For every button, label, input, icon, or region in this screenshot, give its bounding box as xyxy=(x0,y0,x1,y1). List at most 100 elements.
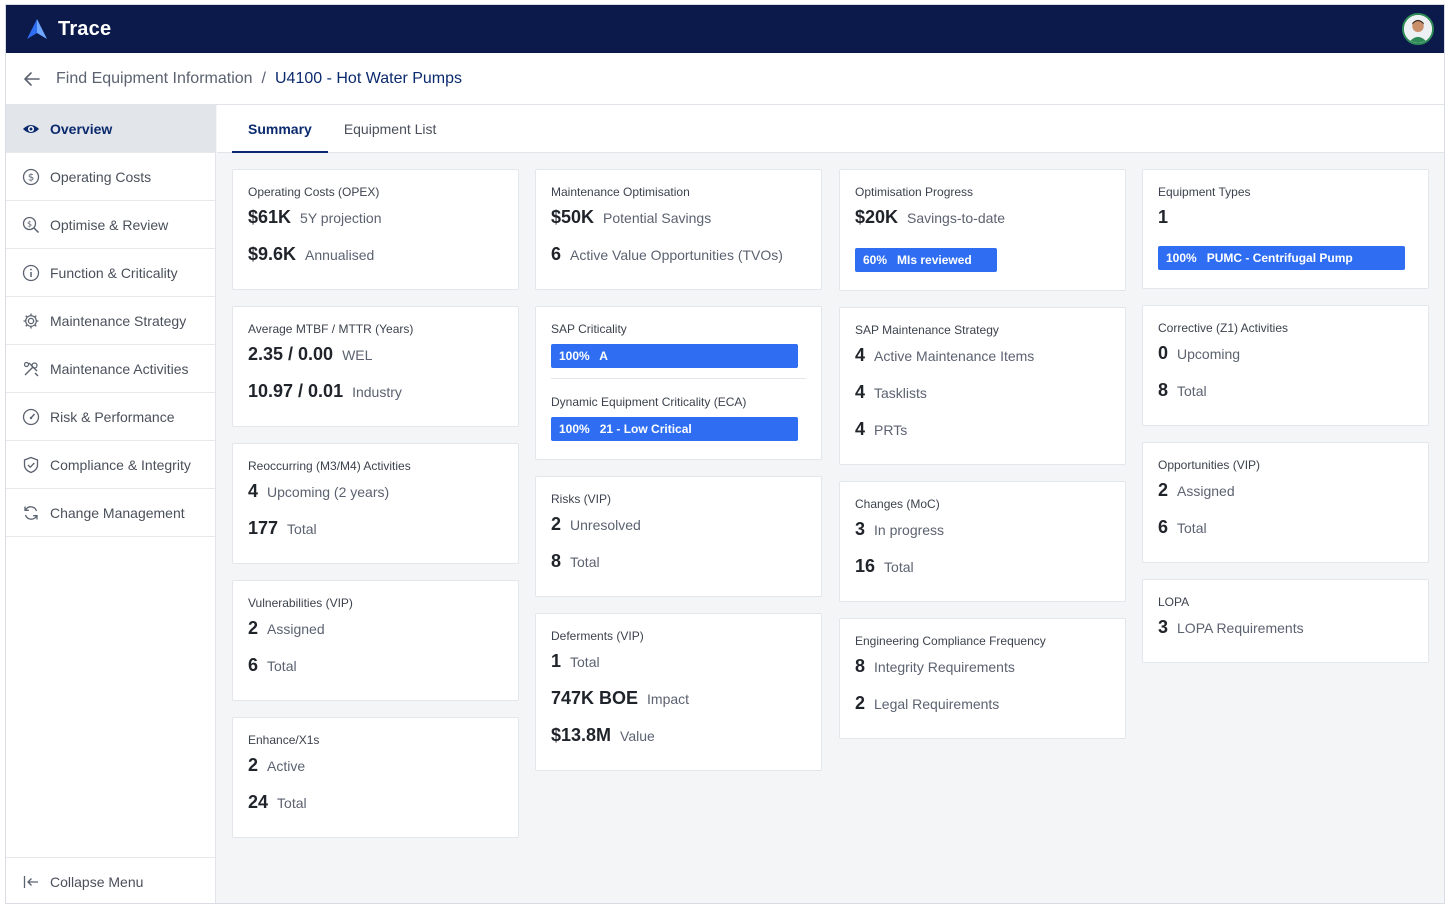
sidebar-item-optimise-review[interactable]: $ Optimise & Review xyxy=(6,201,215,249)
card-mtbf-mttr[interactable]: Average MTBF / MTTR (Years) 2.35 / 0.00 W… xyxy=(232,306,519,427)
sidebar-item-compliance-integrity[interactable]: Compliance & Integrity xyxy=(6,441,215,489)
info-circle-icon xyxy=(22,264,40,281)
metric-row: 4 PRTs xyxy=(855,419,1110,456)
criticality-progress-bar: 100% A xyxy=(551,344,798,368)
sidebar: Overview $ Operating Costs $ Optimise & … xyxy=(6,105,216,903)
eca-progress-bar: 100% 21 - Low Critical xyxy=(551,417,798,441)
metric-row: $20K Savings-to-date xyxy=(855,207,1110,244)
metric-label: Total xyxy=(1177,520,1207,536)
sidebar-item-overview[interactable]: Overview xyxy=(6,105,215,153)
metric-value: 6 xyxy=(248,655,259,675)
metric-value: 16 xyxy=(855,556,876,576)
user-avatar[interactable] xyxy=(1402,13,1434,45)
metric-label: Assigned xyxy=(267,621,325,637)
metric-row: 6 Total xyxy=(1158,517,1413,554)
card-sap-criticality[interactable]: SAP Criticality 100% A Dynamic Equipment… xyxy=(535,306,822,460)
card-lopa[interactable]: LOPA 3 LOPA Requirements xyxy=(1142,579,1429,663)
sidebar-item-function-criticality[interactable]: Function & Criticality xyxy=(6,249,215,297)
metric-label: Active Maintenance Items xyxy=(874,348,1035,364)
bar-label: A xyxy=(599,349,608,363)
sidebar-item-label: Optimise & Review xyxy=(50,216,169,233)
sidebar-item-maintenance-strategy[interactable]: Maintenance Strategy xyxy=(6,297,215,345)
metric-label: Assigned xyxy=(1177,483,1235,499)
mis-reviewed-progress-bar: 60% MIs reviewed xyxy=(855,248,997,272)
metric-row: 8 Integrity Requirements xyxy=(855,656,1110,693)
metric-label: Legal Requirements xyxy=(874,696,1000,712)
card-title: SAP Criticality xyxy=(551,322,627,336)
card-sap-maintenance-strategy[interactable]: SAP Maintenance Strategy 4 Active Mainten… xyxy=(839,307,1126,465)
card-engineering-compliance[interactable]: Engineering Compliance Frequency 8 Integr… xyxy=(839,618,1126,739)
eye-icon xyxy=(23,124,39,133)
card-maintenance-optimisation[interactable]: Maintenance Optimisation $50K Potential S… xyxy=(535,169,822,290)
metric-label: Impact xyxy=(647,691,690,707)
metric-label: Total xyxy=(277,795,307,811)
brand-name: Trace xyxy=(58,17,112,40)
card-deferments[interactable]: Deferments (VIP) 1 Total 747K BOE Impact $… xyxy=(535,613,822,771)
metric-value: 177 xyxy=(248,518,279,538)
sidebar-item-label: Change Management xyxy=(50,504,185,521)
metric-value: 2.35 / 0.00 xyxy=(248,344,334,364)
gauge-icon xyxy=(22,408,40,425)
metric-value: 6 xyxy=(551,244,562,264)
metric-row: 3 In progress xyxy=(855,519,1110,556)
divider xyxy=(551,378,806,379)
metric-label: Annualised xyxy=(305,247,375,263)
metric-label: Tasklists xyxy=(874,385,927,401)
metric-row: 3 LOPA Requirements xyxy=(1158,617,1413,654)
metric-row: $9.6K Annualised xyxy=(248,244,503,281)
bar-percent: 100% xyxy=(1166,251,1197,265)
card-title: Corrective (Z1) Activities xyxy=(1158,321,1289,335)
card-opportunities[interactable]: Opportunities (VIP) 2 Assigned 6 Total xyxy=(1142,442,1429,563)
card-title: Equipment Types xyxy=(1158,185,1251,199)
metric-label: Savings-to-date xyxy=(907,210,1006,226)
metric-value: 2 xyxy=(855,693,866,713)
card-changes-moc[interactable]: Changes (MoC) 3 In progress 16 Total xyxy=(839,481,1126,602)
sidebar-item-maintenance-activities[interactable]: Maintenance Activities xyxy=(6,345,215,393)
user-avatar-icon xyxy=(1404,15,1432,43)
search-dollar-icon: $ xyxy=(22,216,40,233)
sidebar-item-label: Risk & Performance xyxy=(50,408,175,425)
card-vulnerabilities[interactable]: Vulnerabilities (VIP) 2 Assigned 6 Total xyxy=(232,580,519,701)
card-title: Engineering Compliance Frequency xyxy=(855,634,1046,648)
top-navigation-bar: Trace xyxy=(6,5,1444,53)
card-operating-costs[interactable]: Operating Costs (OPEX) $61K 5Y projection… xyxy=(232,169,519,290)
sidebar-item-operating-costs[interactable]: $ Operating Costs xyxy=(6,153,215,201)
trace-logo-icon[interactable] xyxy=(26,18,48,40)
metric-value: 8 xyxy=(1158,380,1169,400)
back-arrow-icon[interactable] xyxy=(22,69,42,89)
sidebar-item-change-management[interactable]: Change Management xyxy=(6,489,215,537)
card-reoccurring-activities[interactable]: Reoccurring (M3/M4) Activities 4 Upcoming… xyxy=(232,443,519,564)
card-title: Average MTBF / MTTR (Years) xyxy=(248,322,414,336)
metric-row: 2 Assigned xyxy=(1158,480,1413,517)
metric-label: Total xyxy=(570,554,600,570)
metric-label: Active Value Opportunities (TVOs) xyxy=(570,247,783,263)
card-enhance-x1s[interactable]: Enhance/X1s 2 Active 24 Total xyxy=(232,717,519,838)
sidebar-item-label: Function & Criticality xyxy=(50,264,178,281)
bar-label: 21 - Low Critical xyxy=(599,422,692,436)
card-corrective-activities[interactable]: Corrective (Z1) Activities 0 Upcoming 8 To… xyxy=(1142,305,1429,426)
metric-row: 24 Total xyxy=(248,792,503,829)
breadcrumb-separator: / xyxy=(261,69,266,87)
card-optimisation-progress[interactable]: Optimisation Progress $20K Savings-to-dat… xyxy=(839,169,1126,291)
metric-value: $13.8M xyxy=(551,725,612,745)
breadcrumb-parent-link[interactable]: Find Equipment Information xyxy=(56,70,253,88)
card-title: Deferments (VIP) xyxy=(551,629,644,643)
metric-label: 5Y projection xyxy=(300,210,382,226)
collapse-menu-button[interactable]: Collapse Menu xyxy=(6,857,215,903)
metric-value: 2 xyxy=(551,514,562,534)
tab-summary[interactable]: Summary xyxy=(232,105,328,153)
metric-row: $13.8M Value xyxy=(551,725,806,762)
metric-row: 8 Total xyxy=(1158,380,1413,417)
card-title: Maintenance Optimisation xyxy=(551,185,690,199)
metric-row: $61K 5Y projection xyxy=(248,207,503,244)
metric-value: 0 xyxy=(1158,343,1169,363)
sidebar-item-label: Maintenance Activities xyxy=(50,360,189,377)
sidebar-item-risk-performance[interactable]: Risk & Performance xyxy=(6,393,215,441)
app-window: Trace Find Equipment Information / U4100… xyxy=(5,4,1445,904)
card-column-4: Equipment Types 1 100% PUMC - Centrifuga… xyxy=(1142,169,1429,679)
card-equipment-types[interactable]: Equipment Types 1 100% PUMC - Centrifuga… xyxy=(1142,169,1429,289)
metric-value: 1 xyxy=(551,651,562,671)
card-risks[interactable]: Risks (VIP) 2 Unresolved 8 Total xyxy=(535,476,822,597)
dollar-circle-icon: $ xyxy=(22,168,40,185)
tab-equipment-list[interactable]: Equipment List xyxy=(328,105,453,153)
